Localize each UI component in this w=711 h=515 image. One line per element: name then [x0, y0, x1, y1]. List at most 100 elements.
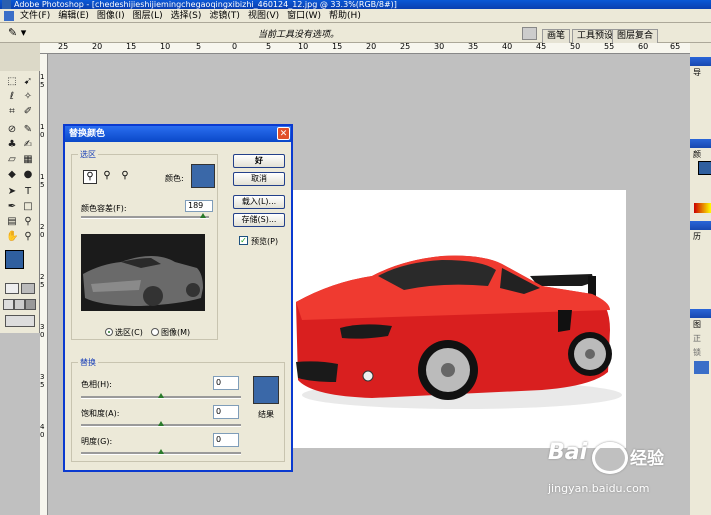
palette-well-icon[interactable]	[522, 27, 537, 40]
dodge-tool-icon[interactable]: ●	[22, 169, 34, 180]
menu-bar: 文件(F) 编辑(E) 图像(I) 图层(L) 选择(S) 滤镜(T) 视图(V) 窗口(W)…	[0, 9, 711, 23]
image-radio[interactable]	[151, 328, 159, 336]
ruler-label: 20	[366, 42, 377, 51]
quick-mask-on-icon[interactable]	[21, 283, 35, 294]
ruler-label: 35	[468, 42, 479, 51]
saturation-input[interactable]: 0	[213, 405, 239, 419]
menu-window[interactable]: 窗口(W)	[284, 9, 326, 23]
dialog-title: 替换颜色	[69, 129, 106, 139]
layers-palette-titlebar[interactable]	[690, 309, 711, 318]
ruler-label: 0	[40, 131, 45, 139]
preview-checkbox-label: 预览(P)	[251, 237, 279, 246]
color-ramp[interactable]	[694, 203, 711, 213]
navigator-palette-label: 导	[693, 68, 701, 77]
hand-tool-icon[interactable]: ✋	[6, 231, 18, 242]
ruler-label: 50	[570, 42, 581, 51]
dialog-title-bar[interactable]: 替换颜色	[65, 126, 291, 142]
color-palette-titlebar[interactable]	[690, 139, 711, 148]
save-button[interactable]: 存储(S)...	[233, 213, 285, 227]
load-button[interactable]: 载入(L)...	[233, 195, 285, 209]
history-palette-titlebar[interactable]	[690, 221, 711, 230]
menu-help[interactable]: 帮助(H)	[326, 9, 366, 23]
palette-color-swatch[interactable]	[698, 161, 711, 175]
eyedropper-tool-icon[interactable]: ✎ ▾	[8, 26, 26, 39]
hue-slider-thumb[interactable]	[158, 393, 164, 398]
history-brush-tool-icon[interactable]: ✍	[22, 139, 34, 150]
ok-button[interactable]: 好	[233, 154, 285, 168]
eraser-tool-icon[interactable]: ▱	[6, 154, 18, 165]
screen-mode-icon[interactable]	[3, 299, 14, 310]
paw-logo-icon	[592, 442, 628, 474]
selection-group-label: 选区	[78, 149, 98, 160]
cancel-button[interactable]: 取消	[233, 172, 285, 186]
layer-thumbnail[interactable]	[694, 361, 709, 374]
lightness-input[interactable]: 0	[213, 433, 239, 447]
type-tool-icon[interactable]: T	[22, 186, 34, 197]
menu-image[interactable]: 图像(I)	[94, 9, 130, 23]
brush-tool-icon[interactable]: ✎	[22, 124, 34, 135]
menu-filter[interactable]: 滤镜(T)	[206, 9, 245, 23]
menu-layer[interactable]: 图层(L)	[130, 9, 168, 23]
watermark-url: jingyan.baidu.com	[548, 482, 650, 495]
blur-tool-icon[interactable]: ◆	[6, 169, 18, 180]
document-canvas-image[interactable]	[292, 190, 626, 448]
lasso-tool-icon[interactable]: ℓ	[6, 91, 18, 102]
screen-mode-full-icon[interactable]	[14, 299, 25, 310]
toolbox-panel: ⬚ ➹ ℓ ✧ ⌗ ✐ ⊘ ✎ ♣ ✍ ▱ ▦ ◆ ● ➤ T ✒ □ ▤ ⚲ …	[0, 43, 40, 333]
shape-tool-icon[interactable]: □	[22, 201, 34, 212]
tolerance-label: 颜色容差(F):	[81, 204, 127, 213]
jump-to-imageready-icon[interactable]	[5, 315, 35, 327]
gradient-tool-icon[interactable]: ▦	[22, 154, 34, 165]
eyedropper-tool-icon[interactable]: ⚲	[22, 216, 34, 227]
path-selection-tool-icon[interactable]: ➤	[6, 186, 18, 197]
ruler-label: 1	[40, 73, 45, 81]
result-color-swatch[interactable]	[253, 376, 279, 404]
selection-radio[interactable]	[105, 328, 113, 336]
menu-view[interactable]: 视图(V)	[245, 9, 284, 23]
red-car-photo	[296, 255, 622, 409]
menu-file[interactable]: 文件(F)	[17, 9, 55, 23]
crop-tool-icon[interactable]: ⌗	[6, 106, 18, 117]
tolerance-input[interactable]: 189	[185, 200, 213, 212]
ruler-label: 2	[40, 273, 45, 281]
lightness-slider-thumb[interactable]	[158, 449, 164, 454]
tolerance-slider-thumb[interactable]	[199, 213, 206, 218]
hue-input[interactable]: 0	[213, 376, 239, 390]
magic-wand-tool-icon[interactable]: ✧	[22, 91, 34, 102]
history-palette-label: 历	[693, 232, 701, 241]
replace-color-dialog: 替换颜色 ✕ 选区 ⚲ ⚲ ⚲ 颜色: 颜色容差(F): 189 选区(C) 图…	[63, 124, 293, 472]
quick-mask-off-icon[interactable]	[5, 283, 19, 294]
screen-mode-dark-icon[interactable]	[25, 299, 36, 310]
healing-brush-tool-icon[interactable]: ⊘	[6, 124, 18, 135]
zoom-tool-icon[interactable]: ⚲	[22, 231, 34, 242]
slice-tool-icon[interactable]: ✐	[22, 106, 34, 117]
saturation-label: 饱和度(A):	[81, 409, 120, 418]
preview-checkbox[interactable]: ✓	[239, 236, 248, 245]
eyedropper-minus-icon[interactable]: ⚲	[119, 170, 131, 182]
ruler-label: 0	[40, 231, 45, 239]
ruler-label: 4	[40, 423, 45, 431]
eyedropper-plus-icon[interactable]: ⚲	[101, 170, 113, 182]
saturation-slider-thumb[interactable]	[158, 421, 164, 426]
foreground-color-swatch[interactable]	[5, 250, 24, 269]
clone-stamp-tool-icon[interactable]: ♣	[6, 139, 18, 150]
watermark-brand: Bai	[548, 440, 588, 465]
ruler-label: 3	[40, 323, 45, 331]
menu-select[interactable]: 选择(S)	[168, 9, 207, 23]
move-tool-icon[interactable]: ➹	[22, 76, 34, 87]
tab-brushes[interactable]: 画笔	[542, 29, 571, 43]
notes-tool-icon[interactable]: ▤	[6, 216, 18, 227]
navigator-palette-titlebar[interactable]	[690, 57, 711, 66]
toolbox-header-icon	[0, 43, 40, 71]
pen-tool-icon[interactable]: ✒	[6, 201, 18, 212]
tolerance-slider-track[interactable]	[81, 216, 209, 219]
tab-layer-comps[interactable]: 图层复合	[612, 29, 659, 43]
close-icon[interactable]: ✕	[277, 127, 290, 140]
selection-color-swatch[interactable]	[191, 164, 215, 188]
blend-mode-label[interactable]: 正	[693, 333, 701, 344]
menu-edit[interactable]: 编辑(E)	[55, 9, 94, 23]
marquee-tool-icon[interactable]: ⬚	[6, 76, 18, 87]
selection-preview[interactable]	[81, 234, 205, 311]
document-icon	[4, 10, 14, 21]
eyedropper-icon[interactable]: ⚲	[83, 170, 97, 184]
